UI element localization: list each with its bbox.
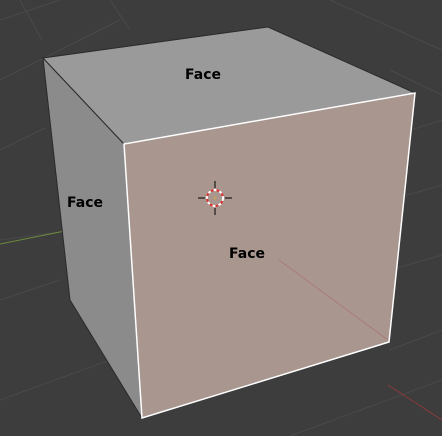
y-axis-line [0, 229, 71, 245]
3d-viewport[interactable]: Face Face Face [0, 0, 442, 436]
left-face-label: Face [67, 195, 103, 211]
cube-front-face[interactable] [123, 92, 416, 419]
top-face-label: Face [185, 67, 221, 83]
front-face-label: Face [229, 246, 265, 262]
viewport-scene [0, 0, 442, 436]
